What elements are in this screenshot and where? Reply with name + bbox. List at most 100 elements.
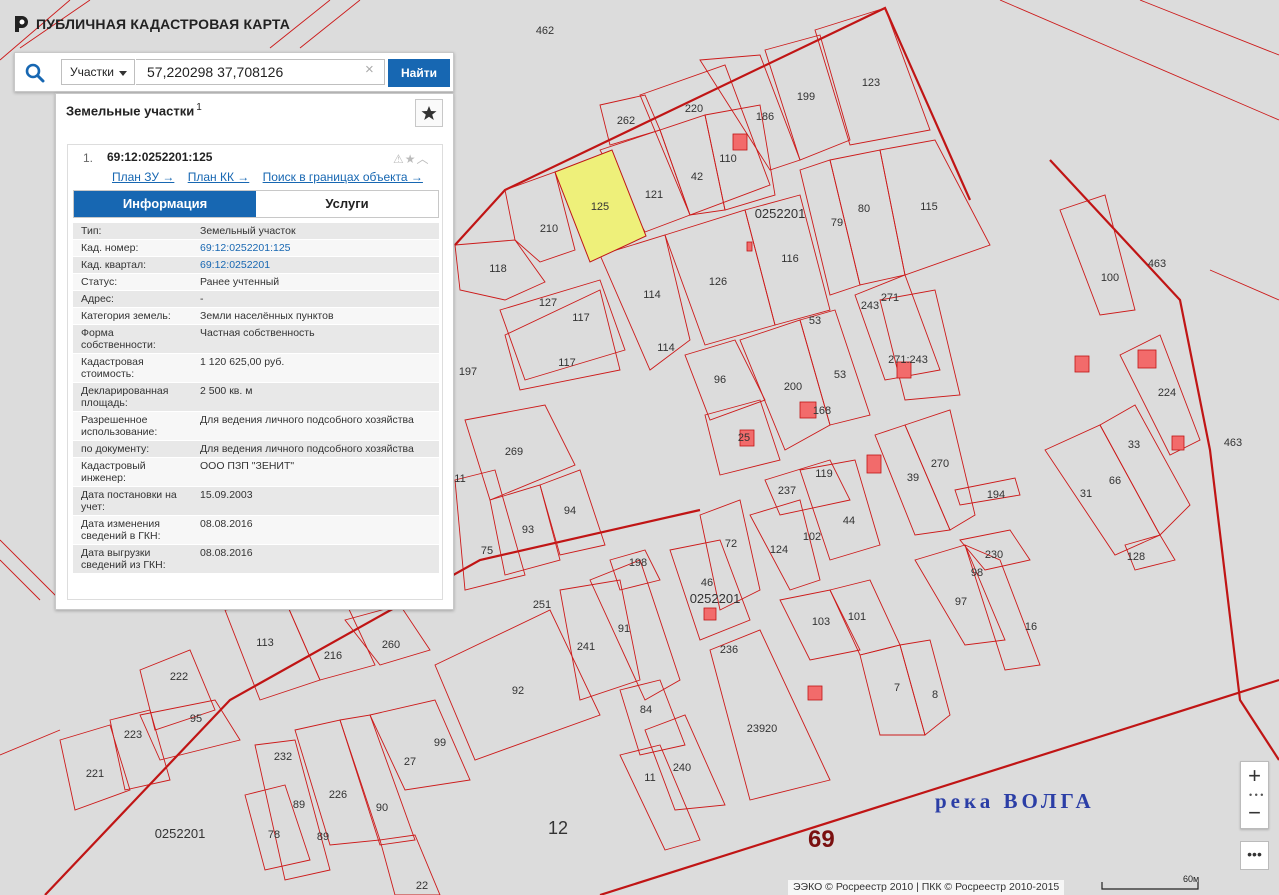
info-key: Адрес: — [81, 293, 114, 305]
search-input[interactable] — [136, 59, 385, 85]
parcel-label: 42 — [691, 171, 703, 183]
info-key: Категория земель: — [81, 310, 171, 322]
parcel-label: 251 — [533, 599, 551, 611]
parcel-label: 118 — [489, 263, 507, 275]
info-key: Статус: — [81, 276, 118, 288]
info-key: Дата постановки на учет: — [81, 489, 177, 513]
app-title: ПУБЛИЧНАЯ КАДАСТРОВАЯ КАРТА — [36, 16, 291, 32]
info-key: Дата изменения сведений в ГКН: — [81, 518, 161, 542]
parcel-label: 117 — [558, 357, 576, 369]
cadastral-quarter-link[interactable]: 69:12:0252201 — [180, 257, 439, 273]
parcel-label: 124 — [770, 544, 788, 556]
parcel-label: 114 — [643, 289, 661, 301]
chevron-up-icon[interactable]: ︿ — [417, 152, 430, 166]
more-button[interactable]: ••• — [1240, 841, 1269, 870]
parcel-label: 90 — [376, 802, 388, 814]
parcel-label: 11 — [454, 473, 465, 485]
result-cadastral-number[interactable]: 69:12:0252201:125 — [107, 150, 212, 164]
info-key: Кад. номер: — [81, 242, 139, 254]
parcel-label: 260 — [382, 639, 400, 651]
parcel-label: 101 — [848, 611, 866, 623]
parcel-label: 462 — [536, 25, 554, 37]
star-icon[interactable]: ★ — [405, 152, 417, 166]
parcel-label: 463 — [1224, 437, 1242, 449]
parcel-label: 25 — [738, 432, 750, 444]
results-panel: Земельные участки 1 1. 69:12:0252201:125 … — [55, 93, 454, 610]
parcel-label: 271 — [881, 292, 899, 304]
clear-icon[interactable]: × — [365, 61, 379, 78]
parcel-label: 223 — [124, 729, 142, 741]
zoom-out-button[interactable]: − — [1241, 799, 1268, 828]
plan-kk-link[interactable]: План КК → — [188, 170, 250, 184]
river-label: река ВОЛГА — [935, 789, 1095, 813]
parcel-label: 199 — [797, 91, 815, 103]
parcel-label: 114 — [657, 342, 675, 354]
quarter-label: 0252201 — [690, 591, 741, 606]
info-row: Кадастровая стоимость: 1 120 625,00 руб. — [73, 353, 439, 382]
search-bar: Участки × Найти — [14, 52, 454, 92]
result-card: 1. 69:12:0252201:125 ⚠★︿ План ЗУ → План … — [67, 144, 443, 600]
info-value: 08.08.2016 — [200, 518, 253, 530]
info-value: - — [200, 293, 204, 305]
tab-info[interactable]: Информация — [74, 191, 256, 217]
parcel-label: 236 — [720, 644, 738, 656]
info-row: Кад. номер: 69:12:0252201:125 — [73, 239, 439, 256]
info-key: Декларированная площадь: — [81, 385, 169, 409]
parcel-label: 126 — [709, 276, 727, 288]
info-key: по документу: — [81, 443, 150, 455]
parcel-label: 89 — [317, 831, 329, 843]
info-row: Категория земель: Земли населённых пункто… — [73, 307, 439, 324]
parcel-label: 123 — [862, 77, 880, 89]
cadastral-number-link[interactable]: 69:12:0252201:125 — [180, 240, 439, 256]
parcel-label: 7 — [894, 682, 900, 694]
parcel-label: 222 — [170, 671, 188, 683]
info-row: Адрес: - — [73, 290, 439, 307]
parcel-label: 210 — [540, 223, 558, 235]
parcel-label: 110 — [719, 153, 737, 165]
parcel-label: 226 — [329, 789, 347, 801]
tab-services[interactable]: Услуги — [256, 191, 438, 217]
parcel-label: 84 — [640, 704, 652, 716]
parcel-label: 216 — [324, 650, 342, 662]
zoom-in-button[interactable]: + — [1241, 762, 1268, 791]
find-button[interactable]: Найти — [388, 59, 450, 87]
result-index: 1. — [83, 151, 94, 165]
parcel-label: 186 — [756, 111, 774, 123]
info-row: Кадастровый инженер: ООО ПЗП "ЗЕНИТ" — [73, 457, 439, 486]
plan-zu-link[interactable]: План ЗУ → — [112, 170, 174, 184]
warning-icon[interactable]: ⚠ — [393, 152, 405, 166]
parcel-label: 230 — [985, 549, 1003, 561]
info-row: Статус: Ранее учтенный — [73, 273, 439, 290]
info-key: Разрешенное использование: — [81, 414, 158, 438]
search-icon[interactable] — [23, 61, 47, 85]
favorites-button[interactable] — [415, 99, 443, 127]
info-row: Тип: Земельный участок — [73, 222, 439, 239]
zoom-control: + • • • − — [1240, 761, 1269, 829]
results-title-text: Земельные участки — [66, 103, 195, 119]
search-panel: Участки × Найти Земельные участки1 1. 69… — [14, 52, 454, 610]
parcel-label: 197 — [459, 366, 477, 378]
parcel-label: 92 — [512, 685, 524, 697]
info-row: Декларированная площадь: 2 500 кв. м — [73, 382, 439, 411]
parcel-label: 200 — [784, 381, 802, 393]
pkk-logo-icon — [15, 16, 28, 32]
info-value: 15.09.2003 — [200, 489, 253, 501]
parcel-label: 23920 — [747, 723, 778, 735]
parcel-label: 31 — [1080, 488, 1092, 500]
info-key: Кадастровая стоимость: — [81, 356, 144, 380]
parcel-label: 94 — [564, 505, 576, 517]
parcel-label: 91 — [618, 623, 630, 635]
object-type-select[interactable]: Участки — [61, 59, 135, 85]
quarter-label: 0252201 — [155, 826, 206, 841]
info-row: Кад. квартал: 69:12:0252201 — [73, 256, 439, 273]
scale-label: 60м — [1183, 874, 1200, 884]
parcel-label: 97 — [955, 596, 967, 608]
results-title: Земельные участки 1 — [66, 102, 202, 118]
info-value: Для ведения личного подсобного хозяйства — [200, 414, 414, 426]
parcel-label: 463 — [1148, 258, 1166, 270]
parcel-label-selected: 125 — [591, 201, 609, 213]
parcel-label: 113 — [256, 637, 274, 649]
zone-label: 12 — [548, 818, 569, 838]
parcel-label: 53 — [834, 369, 846, 381]
search-in-bounds-link[interactable]: Поиск в границах объекта → — [263, 170, 423, 184]
